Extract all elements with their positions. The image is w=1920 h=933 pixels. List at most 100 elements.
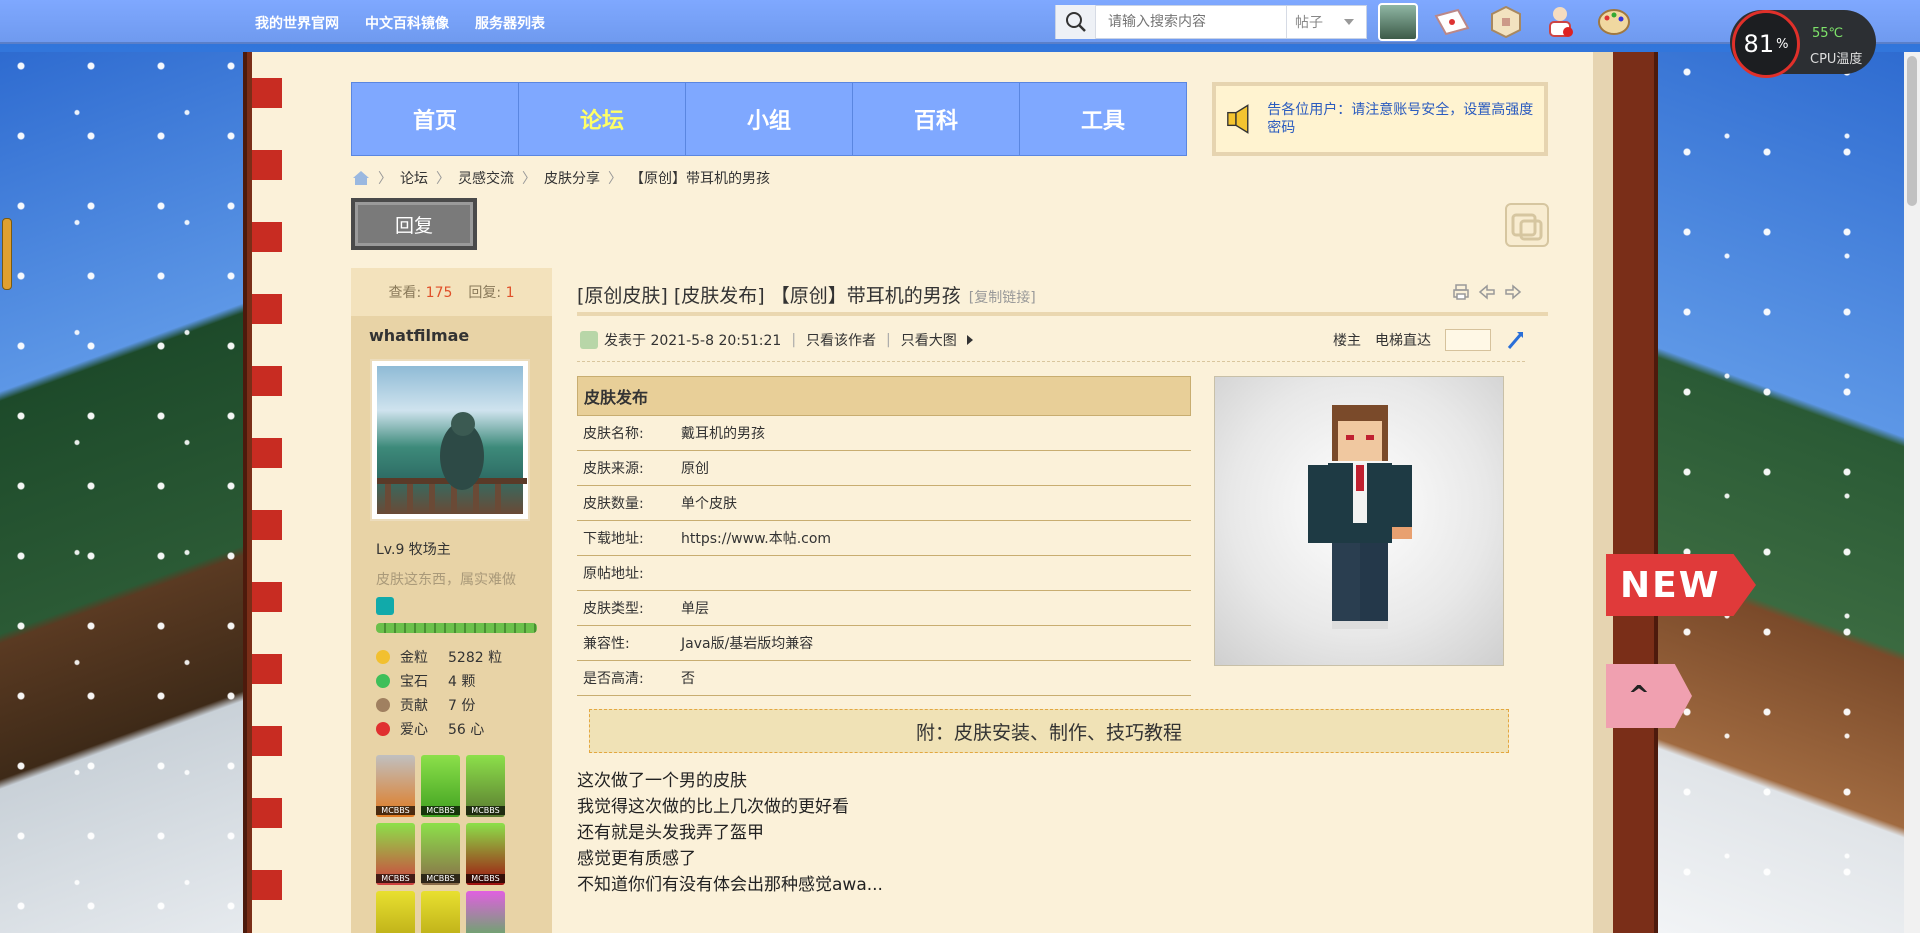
table-row: 是否高清: 否 — [577, 661, 1191, 696]
link-minecraft-official[interactable]: 我的世界官网 — [255, 13, 339, 33]
row-key: 下载地址: — [583, 531, 644, 547]
breadcrumb-separator: 〉 — [608, 171, 622, 187]
resource-value: 7 份 — [448, 698, 476, 714]
post-content: 这次做了一个男的皮肤 我觉得这次做的比上几次做的更好看 还有就是头发我弄了盔甲 … — [577, 768, 883, 898]
medal-icon[interactable] — [421, 891, 460, 933]
nav-tools[interactable]: 工具 — [1020, 83, 1186, 155]
resource-list: 金粒 5282 粒 宝石 4 颗 贡献 7 份 爱心 56 心 — [376, 645, 552, 741]
scrollbar-thumb[interactable] — [1907, 56, 1917, 206]
profile-icon[interactable] — [1540, 3, 1580, 41]
nav-wiki[interactable]: 百科 — [853, 83, 1020, 155]
cookie-icon — [376, 698, 390, 712]
row-key: 皮肤数量: — [583, 496, 644, 512]
chevron-down-icon — [1344, 19, 1354, 25]
palette-icon[interactable] — [1594, 3, 1634, 41]
post-line: 不知道你们有没有体会出那种感觉awa... — [577, 875, 883, 895]
level-progress-fill — [376, 623, 537, 633]
tutorial-link-bar[interactable]: 附：皮肤安装、制作、技巧教程 — [589, 709, 1509, 753]
back-to-list-icon[interactable] — [1505, 203, 1549, 247]
table-row: 皮肤类型: 单层 — [577, 591, 1191, 626]
notification-block-icon[interactable] — [1486, 3, 1526, 41]
cpu-temp-value: 55℃ — [1812, 26, 1844, 41]
background-scenery-right — [1655, 52, 1920, 933]
row-value: 戴耳机的男孩 — [681, 426, 765, 442]
only-author-link[interactable]: 只看该作者 — [806, 330, 876, 350]
print-icon[interactable] — [1452, 283, 1470, 301]
elevator-go-icon[interactable] — [1505, 330, 1525, 350]
home-icon[interactable] — [352, 170, 370, 186]
views-label: 查看: — [388, 285, 422, 301]
row-value: 单个皮肤 — [681, 496, 737, 512]
back-to-top-tag[interactable]: ^ — [1606, 664, 1692, 728]
cpu-usage-value: 81 — [1743, 30, 1775, 58]
title-tools — [1452, 283, 1522, 301]
nav-groups[interactable]: 小组 — [686, 83, 853, 155]
row-value: 原创 — [681, 461, 709, 477]
new-threads-tag[interactable]: NEW — [1606, 554, 1756, 616]
skin-preview-image[interactable] — [1214, 376, 1504, 666]
author-avatar[interactable] — [370, 359, 530, 521]
medal-icon[interactable]: MCBBS — [466, 755, 505, 817]
user-avatar-icon[interactable] — [1378, 3, 1418, 41]
views-count: 175 — [425, 285, 453, 301]
meta-separator: | — [791, 332, 797, 348]
mail-icon[interactable] — [1432, 3, 1472, 41]
breadcrumb-forum[interactable]: 论坛 — [400, 168, 428, 188]
breadcrumb: 〉 论坛 〉 灵感交流 〉 皮肤分享 〉 【原创】带耳机的男孩 — [352, 168, 770, 188]
medal-label: MCBBS — [466, 874, 505, 883]
link-server-list[interactable]: 服务器列表 — [475, 13, 545, 33]
nav-forum[interactable]: 论坛 — [519, 83, 686, 155]
download-link[interactable]: https://www.本帖.com — [681, 528, 831, 548]
thread-stats: 查看: 175 回复: 1 — [351, 268, 552, 316]
post-meta: 发表于 2021-5-8 20:51:21 | 只看该作者 | 只看大图 楼主 … — [580, 328, 1525, 352]
medal-grid: MCBBS MCBBS MCBBS MCBBS MCBBS MCBBS — [376, 755, 552, 933]
medal-icon[interactable]: MCBBS — [421, 823, 460, 885]
link-wiki-mirror[interactable]: 中文百科镜像 — [365, 13, 449, 33]
medal-label: MCBBS — [376, 806, 415, 815]
resource-gold: 金粒 5282 粒 — [376, 645, 552, 669]
title-divider — [577, 312, 1548, 316]
row-key: 皮肤名称: — [583, 426, 644, 442]
search-icon[interactable] — [1056, 5, 1096, 39]
previous-thread-icon[interactable] — [1478, 283, 1496, 301]
speaker-icon — [1227, 104, 1249, 134]
background-scenery-left — [0, 52, 245, 933]
table-row: 下载地址: https://www.本帖.com — [577, 521, 1191, 556]
side-drag-handle[interactable] — [2, 218, 12, 290]
page-edge-right — [1593, 52, 1613, 933]
table-row: 皮肤名称: 戴耳机的男孩 — [577, 416, 1191, 451]
medal-label: MCBBS — [421, 806, 460, 815]
search-type-label: 帖子 — [1295, 15, 1323, 31]
table-row: 皮肤数量: 单个皮肤 — [577, 486, 1191, 521]
breadcrumb-skin-share[interactable]: 皮肤分享 — [544, 168, 600, 188]
nav-home[interactable]: 首页 — [352, 83, 519, 155]
caret-right-icon[interactable] — [963, 333, 977, 347]
only-big-image-link[interactable]: 只看大图 — [901, 330, 957, 350]
thread-title-text: [原创皮肤] [皮肤发布] 【原创】带耳机的男孩 — [577, 285, 961, 307]
next-thread-icon[interactable] — [1504, 283, 1522, 301]
medal-icon[interactable] — [466, 891, 505, 933]
author-name[interactable]: whatfilmae — [351, 316, 552, 355]
announcement-text[interactable]: 告各位用户：请注意账号安全，设置高强度密码 — [1267, 101, 1534, 137]
search-input[interactable] — [1096, 8, 1286, 36]
breadcrumb-inspiration[interactable]: 灵感交流 — [458, 168, 514, 188]
medal-icon[interactable]: MCBBS — [376, 755, 415, 817]
copy-link-button[interactable]: [复制链接] — [969, 287, 1036, 307]
search-type-select[interactable]: 帖子 — [1286, 6, 1362, 38]
row-value: Java版/基岩版均兼容 — [681, 636, 814, 652]
medal-icon[interactable]: MCBBS — [376, 823, 415, 885]
medal-icon[interactable]: MCBBS — [466, 823, 505, 885]
resource-value: 4 颗 — [448, 674, 476, 690]
row-key: 皮肤类型: — [583, 601, 644, 617]
announcement-box: 告各位用户：请注意账号安全，设置高强度密码 — [1212, 82, 1548, 156]
reply-button[interactable]: 回复 — [351, 198, 477, 250]
medal-icon[interactable] — [376, 891, 415, 933]
row-key: 皮肤来源: — [583, 461, 644, 477]
medal-icon[interactable]: MCBBS — [421, 755, 460, 817]
page-scrollbar[interactable] — [1904, 52, 1920, 933]
medal-label: MCBBS — [466, 806, 505, 815]
floor-number-input[interactable] — [1445, 329, 1491, 351]
breadcrumb-separator: 〉 — [522, 171, 536, 187]
breadcrumb-current-thread[interactable]: 【原创】带耳机的男孩 — [630, 168, 770, 188]
gold-nugget-icon — [376, 650, 390, 664]
